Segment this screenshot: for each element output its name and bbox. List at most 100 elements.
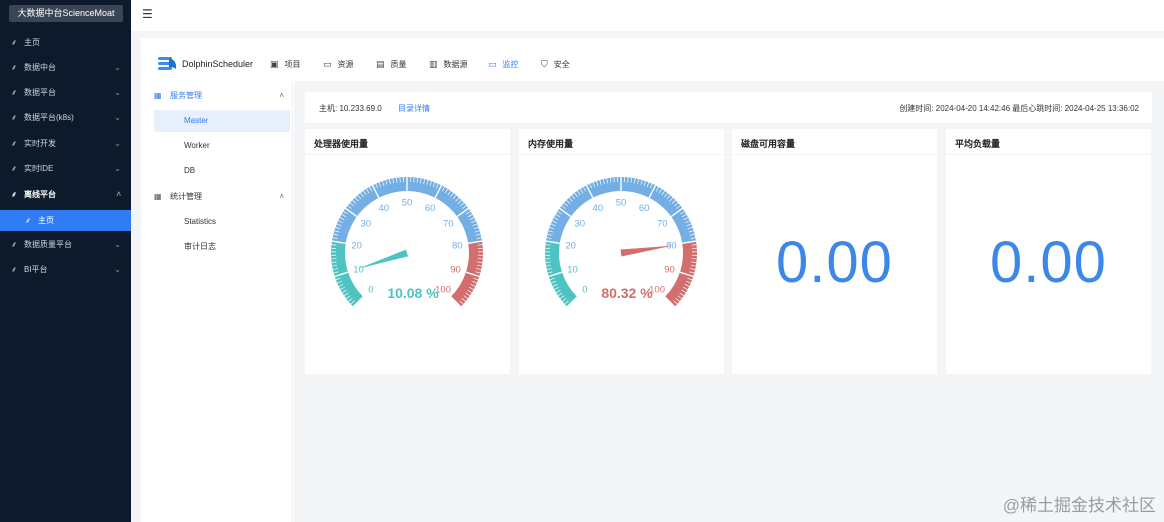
gauge-value-label: 80.32 % <box>601 285 653 301</box>
gauge-tick-label: 10 <box>567 264 578 275</box>
sidebar-item-bi-platform[interactable]: ⸙ BI平台 ⌄ <box>0 259 131 280</box>
nav-datasource[interactable]: ▥ 数据源 <box>429 57 468 71</box>
sidebar-item-label: 离线平台 <box>24 190 56 199</box>
nav-project[interactable]: ▣ 项目 <box>270 57 301 71</box>
main-sidebar: 大数据中台ScienceMoat ⸙ 主页 ⸙ 数据中台 ⌄ ⸙ 数据平台 ⌄ … <box>0 0 131 522</box>
gauge-tick-label: 30 <box>574 219 585 230</box>
submenu-group-label: 统计管理 <box>170 192 202 201</box>
nav-resource[interactable]: ▭ 资源 <box>323 57 354 71</box>
submenu-group-stats[interactable]: ▦ 统计管理 ˄ <box>154 187 290 207</box>
sidebar-item-data-platform[interactable]: ⸙ 数据平台 ⌄ <box>0 82 131 103</box>
disk-capacity-value: 0.00 <box>776 230 893 295</box>
load-average-card: 平均负载量 0.00 <box>946 129 1151 374</box>
menu-fold-icon[interactable]: ☰ <box>142 7 153 21</box>
chevron-up-icon: ˄ <box>116 190 121 199</box>
database-icon: ▥ <box>429 58 438 69</box>
chevron-up-icon: ˄ <box>279 192 284 201</box>
nav-label: 项目 <box>284 59 301 69</box>
leaf-icon: ⸙ <box>25 216 31 225</box>
dolphin-panel: DolphinScheduler ▣ 项目 ▭ 资源 ▤ 质量 ▥ 数据源 ▭ … <box>141 38 1164 522</box>
card-title: 平均负载量 <box>955 139 1001 149</box>
gauge-tick-label: 10 <box>353 264 364 275</box>
chevron-down-icon: ⌄ <box>114 88 121 97</box>
leaf-icon: ⸙ <box>11 113 17 122</box>
sidebar-item-label: 实时开发 <box>24 139 56 148</box>
sidebar-item-label: 主页 <box>24 38 40 47</box>
sidebar-item-offline-platform[interactable]: ⸙ 离线平台 ˄ <box>0 184 131 205</box>
card-title: 处理器使用量 <box>314 139 369 149</box>
monitor-submenu: ▦ 服务管理 ˄ Master Worker DB ▦ 统计管理 ˄ Stati… <box>141 81 293 522</box>
directory-detail-link[interactable]: 目录详情 <box>398 103 430 114</box>
gauge-tick-label: 40 <box>593 203 604 214</box>
chevron-down-icon: ⌄ <box>114 265 121 274</box>
sidebar-item-label: 主页 <box>38 216 54 225</box>
app-root: 大数据中台ScienceMoat ⸙ 主页 ⸙ 数据中台 ⌄ ⸙ 数据平台 ⌄ … <box>0 0 1164 522</box>
submenu-group-label: 服务管理 <box>170 91 202 100</box>
memory-usage-card: 内存使用量 0 10 20 30 40 50 60 70 80 90 100 80.32 % <box>519 129 724 374</box>
nav-label: 安全 <box>553 59 570 69</box>
chevron-down-icon: ⌄ <box>114 240 121 249</box>
monitor-icon: ▭ <box>488 58 497 69</box>
leaf-icon: ⸙ <box>11 38 17 47</box>
submenu-item-master[interactable]: Master <box>154 110 290 132</box>
nav-security[interactable]: ⛉ 安全 <box>541 57 570 71</box>
gauge-tick-label: 70 <box>657 219 668 230</box>
gauge-needle <box>357 249 409 269</box>
nav-label: 数据源 <box>443 59 468 69</box>
gauge-needle <box>620 245 673 257</box>
cpu-gauge: 010203040506070809010010.08 % <box>331 176 483 308</box>
sidebar-item-offline-home[interactable]: ⸙ 主页 <box>0 210 131 231</box>
monitor-content: 主机: 10.233.69.0 目录详情 创建时间: 2024-04-20 14… <box>294 81 1164 522</box>
leaf-icon: ⸙ <box>11 139 17 148</box>
card-title: 内存使用量 <box>528 139 574 149</box>
chevron-down-icon: ⌄ <box>114 139 121 148</box>
grid-icon: ▦ <box>154 192 162 201</box>
chevron-down-icon: ⌄ <box>114 164 121 173</box>
gauge-tick-label: 0 <box>582 285 587 296</box>
gauge-tick-label: 70 <box>443 219 454 230</box>
gauge-tick-label: 90 <box>664 264 675 275</box>
folder-icon: ▭ <box>323 58 332 69</box>
submenu-item-worker[interactable]: Worker <box>154 135 290 157</box>
leaf-icon: ⸙ <box>11 88 17 97</box>
nav-quality[interactable]: ▤ 质量 <box>376 57 407 71</box>
submenu-item-db[interactable]: DB <box>154 160 290 182</box>
dolphin-logo-icon <box>158 57 177 70</box>
gauge-tick-label: 90 <box>450 264 461 275</box>
gauge-tick-label: 60 <box>639 203 650 214</box>
nav-monitor[interactable]: ▭ 监控 <box>488 57 519 71</box>
dolphin-logo[interactable]: DolphinScheduler <box>157 53 253 75</box>
submenu-group-service[interactable]: ▦ 服务管理 ˄ <box>154 86 290 106</box>
sidebar-item-label: BI平台 <box>24 265 48 274</box>
sidebar-item-data-center[interactable]: ⸙ 数据中台 ⌄ <box>0 57 131 78</box>
submenu-item-audit-log[interactable]: 审计日志 <box>154 236 290 258</box>
sidebar-item-realtime-ide[interactable]: ⸙ 实时IDE ⌄ <box>0 158 131 179</box>
sidebar-item-data-quality[interactable]: ⸙ 数据质量平台 ⌄ <box>0 234 131 255</box>
cpu-usage-card: 处理器使用量 0 10 20 30 40 50 60 70 80 90 100 10.08 % <box>305 129 510 374</box>
leaf-icon: ⸙ <box>11 265 17 274</box>
sidebar-item-realtime-dev[interactable]: ⸙ 实时开发 ⌄ <box>0 133 131 154</box>
card-title: 磁盘可用容量 <box>741 139 796 149</box>
gauge-tick-label: 60 <box>425 203 436 214</box>
host-timestamps: 创建时间: 2024-04-20 14:42:46 最后心跳时间: 2024-0… <box>899 104 1139 113</box>
sidebar-item-label: 数据平台 <box>24 88 56 97</box>
sidebar-item-home[interactable]: ⸙ 主页 <box>0 32 131 53</box>
submenu-item-statistics[interactable]: Statistics <box>154 211 290 233</box>
brand-title[interactable]: 大数据中台ScienceMoat <box>9 5 123 22</box>
sidebar-item-label: 数据平台(k8s) <box>24 113 74 122</box>
gauge-tick-label: 20 <box>565 241 576 252</box>
leaf-icon: ⸙ <box>11 164 17 173</box>
leaf-icon: ⸙ <box>11 63 17 72</box>
gauge-tick-label: 20 <box>351 241 362 252</box>
leaf-icon: ⸙ <box>11 190 17 199</box>
chevron-down-icon: ⌄ <box>114 63 121 72</box>
gauge-tick-label: 30 <box>360 219 371 230</box>
host-address: 主机: 10.233.69.0 <box>319 104 382 113</box>
gauge-tick-label: 80 <box>452 241 463 252</box>
sidebar-item-label: 数据中台 <box>24 63 56 72</box>
top-header: ☰ <box>131 0 1164 31</box>
sidebar-item-data-platform-k8s[interactable]: ⸙ 数据平台(k8s) ⌄ <box>0 107 131 128</box>
nav-label: 资源 <box>337 59 354 69</box>
load-average-value: 0.00 <box>990 230 1107 295</box>
memory-gauge: 010203040506070809010080.32 % <box>545 176 697 308</box>
